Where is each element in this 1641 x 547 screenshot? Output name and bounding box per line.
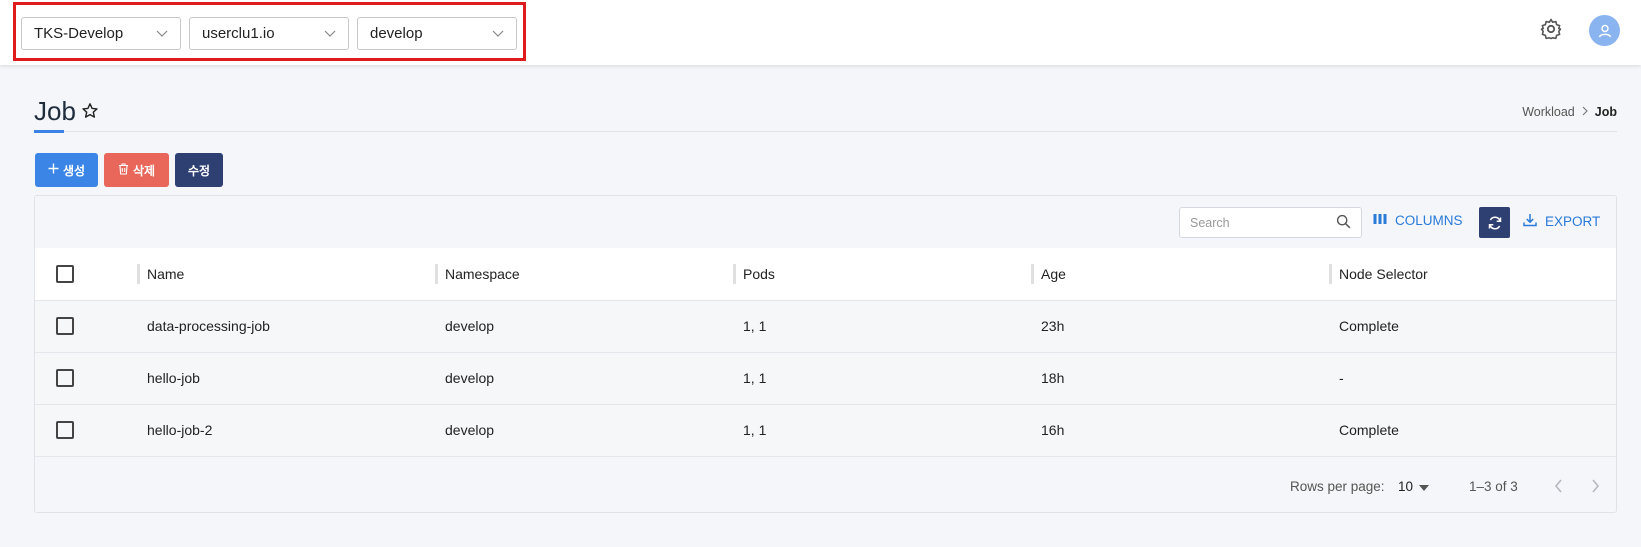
header-checkbox-cell bbox=[35, 248, 137, 300]
search-icon bbox=[1336, 214, 1351, 232]
cell-node-selector: Complete bbox=[1339, 422, 1399, 438]
pagination-range: 1–3 of 3 bbox=[1469, 479, 1518, 494]
cell-pods: 1, 1 bbox=[743, 370, 767, 386]
column-separator[interactable] bbox=[435, 264, 438, 284]
plus-icon bbox=[48, 163, 59, 177]
title-accent-bar bbox=[34, 130, 64, 133]
row-checkbox-cell bbox=[35, 300, 137, 352]
previous-page-button[interactable] bbox=[1547, 475, 1569, 497]
column-separator[interactable] bbox=[1031, 264, 1034, 284]
page-title: Job bbox=[34, 96, 76, 126]
columns-button[interactable]: COLUMNS bbox=[1373, 213, 1463, 228]
table-row[interactable]: hello-job develop 1, 1 18h - bbox=[35, 352, 1616, 404]
job-table: Name Namespace Pods Age Node Selector da… bbox=[35, 248, 1616, 457]
caret-down-icon bbox=[1419, 479, 1430, 494]
refresh-icon bbox=[1488, 215, 1501, 230]
cell-age: 16h bbox=[1041, 422, 1065, 438]
export-button[interactable]: EXPORT bbox=[1523, 213, 1600, 230]
cluster-select[interactable]: TKS-Develop bbox=[21, 17, 181, 50]
breadcrumb-current: Job bbox=[1594, 105, 1617, 119]
context-selector-group: TKS-Develop userclu1.io develop bbox=[13, 2, 526, 61]
cell-name: hello-job-2 bbox=[147, 422, 213, 438]
column-header-pods[interactable]: Pods bbox=[733, 248, 1031, 300]
create-button[interactable]: 생성 bbox=[35, 153, 98, 187]
rows-per-page-label: Rows per page: bbox=[1290, 479, 1385, 494]
namespace-select-value: develop bbox=[370, 25, 423, 42]
table-row[interactable]: hello-job-2 develop 1, 1 16h Complete bbox=[35, 404, 1616, 456]
column-label: Name bbox=[147, 265, 185, 282]
cell-name: data-processing-job bbox=[147, 318, 270, 334]
cell-node-selector: Complete bbox=[1339, 318, 1399, 334]
rows-per-page-value: 10 bbox=[1398, 479, 1414, 494]
cell-namespace: develop bbox=[445, 370, 495, 386]
download-icon bbox=[1523, 213, 1537, 230]
user-cluster-select[interactable]: userclu1.io bbox=[189, 17, 349, 50]
user-cluster-select-value: userclu1.io bbox=[202, 25, 275, 42]
delete-button-label: 삭제 bbox=[132, 163, 156, 178]
columns-icon bbox=[1373, 213, 1387, 228]
breadcrumb-workload[interactable]: Workload bbox=[1522, 105, 1575, 119]
column-separator[interactable] bbox=[733, 264, 736, 284]
column-separator[interactable] bbox=[1329, 264, 1332, 284]
column-separator[interactable] bbox=[137, 264, 140, 284]
table-row[interactable]: data-processing-job develop 1, 1 23h Com… bbox=[35, 300, 1616, 352]
namespace-select[interactable]: develop bbox=[357, 17, 517, 50]
column-label: Age bbox=[1041, 265, 1066, 282]
trash-icon bbox=[118, 162, 129, 178]
chevron-right-icon bbox=[1581, 105, 1589, 119]
chevron-down-icon bbox=[324, 28, 336, 40]
cell-pods: 1, 1 bbox=[743, 422, 767, 438]
table-toolbar: Search COLUMNS EXPORT bbox=[35, 196, 1616, 248]
cell-pods: 1, 1 bbox=[743, 318, 767, 334]
chevron-left-icon bbox=[1554, 479, 1562, 493]
column-header-age[interactable]: Age bbox=[1031, 248, 1329, 300]
chevron-down-icon bbox=[156, 28, 168, 40]
cluster-select-value: TKS-Develop bbox=[34, 25, 124, 42]
create-button-label: 생성 bbox=[62, 163, 86, 178]
cell-name: hello-job bbox=[147, 370, 200, 386]
search-input[interactable]: Search bbox=[1179, 207, 1362, 238]
cell-age: 23h bbox=[1041, 318, 1065, 334]
column-header-node-selector[interactable]: Node Selector bbox=[1329, 248, 1616, 300]
column-label: Node Selector bbox=[1339, 265, 1428, 282]
favorite-star-icon[interactable] bbox=[81, 102, 99, 120]
row-checkbox[interactable] bbox=[56, 317, 74, 336]
export-button-label: EXPORT bbox=[1545, 214, 1601, 229]
title-divider bbox=[34, 131, 1617, 132]
user-icon bbox=[1598, 24, 1611, 37]
table-header-row: Name Namespace Pods Age Node Selector bbox=[35, 248, 1616, 300]
next-page-button[interactable] bbox=[1584, 475, 1606, 497]
cell-namespace: develop bbox=[445, 422, 495, 438]
select-all-checkbox[interactable] bbox=[56, 264, 74, 283]
search-placeholder: Search bbox=[1190, 215, 1230, 230]
cell-node-selector: - bbox=[1339, 370, 1344, 386]
delete-button[interactable]: 삭제 bbox=[104, 153, 169, 187]
edit-button-label: 수정 bbox=[187, 163, 211, 178]
cell-namespace: develop bbox=[445, 318, 495, 334]
columns-button-label: COLUMNS bbox=[1395, 213, 1463, 228]
chevron-down-icon bbox=[492, 28, 504, 40]
column-label: Pods bbox=[743, 265, 775, 282]
row-checkbox-cell bbox=[35, 352, 137, 404]
column-header-namespace[interactable]: Namespace bbox=[435, 248, 733, 300]
chevron-right-icon bbox=[1591, 479, 1599, 493]
row-checkbox-cell bbox=[35, 404, 137, 456]
column-label: Namespace bbox=[445, 265, 520, 282]
edit-button[interactable]: 수정 bbox=[175, 153, 223, 187]
row-checkbox[interactable] bbox=[56, 421, 74, 440]
user-avatar[interactable] bbox=[1589, 15, 1620, 46]
top-bar: TKS-Develop userclu1.io develop bbox=[0, 0, 1641, 65]
refresh-button[interactable] bbox=[1479, 207, 1510, 238]
row-checkbox[interactable] bbox=[56, 369, 74, 388]
job-table-card: Search COLUMNS EXPORT Name Namespace Pod… bbox=[34, 195, 1617, 513]
settings-gear-icon[interactable] bbox=[1539, 17, 1563, 41]
rows-per-page-select[interactable]: 10 bbox=[1398, 479, 1430, 494]
cell-age: 18h bbox=[1041, 370, 1065, 386]
breadcrumb: Workload Job bbox=[1522, 105, 1617, 119]
column-header-name[interactable]: Name bbox=[137, 248, 435, 300]
table-pagination: Rows per page: 10 1–3 of 3 bbox=[35, 457, 1616, 512]
